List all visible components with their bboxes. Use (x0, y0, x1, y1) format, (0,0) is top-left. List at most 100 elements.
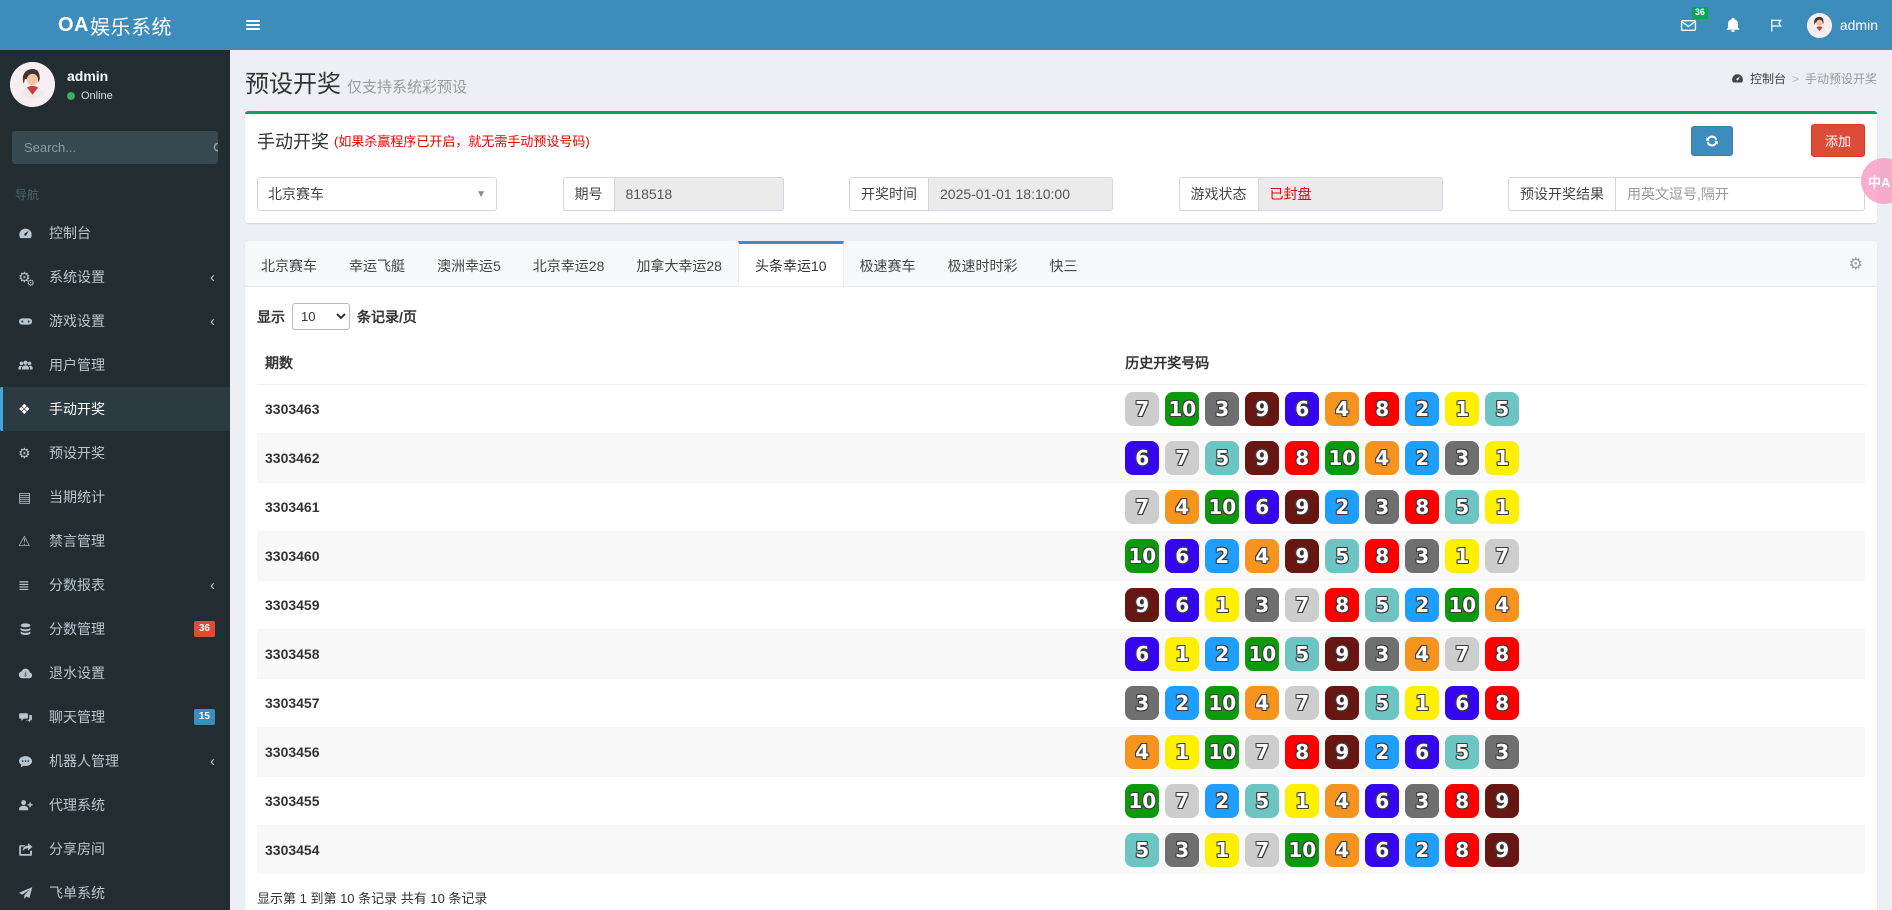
gears-icon: ⚙⚙ (18, 269, 42, 286)
lottery-ball: 2 (1205, 784, 1239, 818)
lottery-ball: 9 (1245, 392, 1279, 426)
lottery-ball: 6 (1285, 392, 1319, 426)
lottery-ball: 7 (1165, 784, 1199, 818)
user-menu[interactable]: admin (1799, 0, 1892, 50)
sidebar-item-mute-management[interactable]: ⚠禁言管理 (0, 519, 230, 563)
preset-result-input[interactable] (1615, 177, 1865, 211)
cubes-icon: ❖ (18, 401, 42, 418)
lottery-ball: 4 (1325, 784, 1359, 818)
tasks-button[interactable] (1755, 0, 1799, 50)
sidebar-toggle-button[interactable] (230, 0, 276, 50)
gear-icon[interactable]: ⚙ (1849, 254, 1863, 274)
sidebar-item-dashboard[interactable]: 控制台 (0, 211, 230, 255)
tab-6[interactable]: 极速赛车 (844, 241, 932, 286)
search-icon (212, 141, 218, 155)
brand-logo[interactable]: OA娱乐系统 (0, 0, 230, 50)
table-row: 330345861210593478 (257, 630, 1865, 679)
table-row: 330345732104795168 (257, 679, 1865, 728)
lottery-ball: 4 (1165, 490, 1199, 524)
sidebar-item-fly-order-system[interactable]: 飞单系统 (0, 871, 230, 910)
sidebar-search (12, 131, 218, 164)
manual-draw-box: 手动开奖 (如果杀赢程序已开启，就无需手动预设号码) 添加 北京赛车 ▼ 期号 … (245, 111, 1877, 223)
lottery-ball: 9 (1485, 784, 1519, 818)
game-select[interactable]: 北京赛车 ▼ (257, 177, 497, 211)
sidebar-item-chat-management[interactable]: 聊天管理15 (0, 695, 230, 739)
sidebar-item-label: 系统设置 (49, 267, 105, 287)
lottery-ball: 10 (1205, 686, 1239, 720)
refresh-button[interactable] (1691, 126, 1733, 156)
sidebar-item-manual-draw[interactable]: ❖ 手动开奖 (0, 387, 230, 431)
sidebar-item-agent-system[interactable]: 代理系统 (0, 783, 230, 827)
lottery-ball: 9 (1125, 588, 1159, 622)
sidebar-badge: 15 (194, 709, 215, 725)
sidebar-item-game-settings[interactable]: 游戏设置‹ (0, 299, 230, 343)
add-button[interactable]: 添加 (1811, 124, 1865, 157)
sidebar-item-user-management[interactable]: 用户管理 (0, 343, 230, 387)
tab-3[interactable]: 北京幸运28 (517, 241, 621, 286)
lottery-ball: 10 (1445, 588, 1479, 622)
breadcrumb-current: 手动预设开奖 (1805, 70, 1877, 87)
search-button[interactable] (212, 131, 218, 164)
tab-4[interactable]: 加拿大幸运28 (620, 241, 738, 286)
lottery-ball: 6 (1125, 637, 1159, 671)
lottery-ball: 2 (1405, 392, 1439, 426)
tab-7[interactable]: 极速时时彩 (932, 241, 1034, 286)
lottery-ball: 6 (1365, 833, 1399, 867)
sidebar-item-label: 飞单系统 (49, 883, 105, 903)
issue-number: 3303462 (257, 434, 1117, 483)
notifications-button[interactable] (1711, 0, 1755, 50)
sidebar-item-robot-management[interactable]: 机器人管理‹ (0, 739, 230, 783)
lottery-ball: 4 (1245, 539, 1279, 573)
lottery-ball: 6 (1405, 735, 1439, 769)
messages-button[interactable]: 36 (1667, 0, 1711, 50)
tab-5[interactable]: 头条幸运10 (738, 241, 844, 286)
history-table-body: 3303463710396482153303462675981042313303… (257, 385, 1865, 875)
lottery-ball: 3 (1125, 686, 1159, 720)
tab-1[interactable]: 幸运飞艇 (333, 241, 421, 286)
sidebar-item-score-report[interactable]: ≣分数报表‹ (0, 563, 230, 607)
game-status-value: 已封盘 (1258, 177, 1443, 211)
draw-numbers: 10725146389 (1117, 777, 1865, 826)
table-row: 330346267598104231 (257, 434, 1865, 483)
sidebar-item-share-room[interactable]: 分享房间 (0, 827, 230, 871)
tab-0[interactable]: 北京赛车 (245, 241, 333, 286)
lottery-ball: 2 (1365, 735, 1399, 769)
lottery-ball: 7 (1165, 441, 1199, 475)
draw-numbers: 10624958317 (1117, 532, 1865, 581)
lottery-ball: 6 (1365, 784, 1399, 818)
sidebar-item-label: 分享房间 (49, 839, 105, 859)
lottery-ball: 1 (1205, 588, 1239, 622)
dashboard-icon (18, 226, 42, 241)
lottery-ball: 10 (1285, 833, 1319, 867)
navbar-right: 36 admin (1667, 0, 1892, 50)
page-size-row: 显示 10 条记录/页 (257, 293, 1865, 342)
lottery-ball: 6 (1165, 539, 1199, 573)
lottery-ball: 7 (1125, 392, 1159, 426)
breadcrumb-home[interactable]: 控制台 (1750, 70, 1786, 87)
tab-8[interactable]: 快三 (1034, 241, 1094, 286)
lottery-ball: 8 (1445, 784, 1479, 818)
page-size-select[interactable]: 10 (292, 303, 350, 330)
sidebar-item-label: 当期统计 (49, 487, 105, 507)
tab-2[interactable]: 澳洲幸运5 (421, 241, 517, 286)
sidebar-item-rebate-settings[interactable]: 退水设置 (0, 651, 230, 695)
search-input[interactable] (12, 131, 212, 164)
breadcrumb-separator: > (1792, 72, 1799, 86)
user-status[interactable]: Online (67, 90, 113, 102)
history-box: 北京赛车幸运飞艇澳洲幸运5北京幸运28加拿大幸运28头条幸运10极速赛车极速时时… (245, 241, 1877, 910)
breadcrumb: 控制台 > 手动预设开奖 (1731, 70, 1877, 87)
draw-numbers: 53171046289 (1117, 826, 1865, 875)
share-icon (18, 842, 42, 857)
sidebar-item-current-stats[interactable]: ▤当期统计 (0, 475, 230, 519)
sidebar-item-score-management[interactable]: 分数管理36 (0, 607, 230, 651)
lottery-ball: 8 (1365, 392, 1399, 426)
sidebar-item-system-settings[interactable]: ⚙⚙系统设置‹ (0, 255, 230, 299)
lottery-ball: 8 (1325, 588, 1359, 622)
sidebar-item-label: 手动开奖 (49, 399, 105, 419)
lottery-ball: 4 (1245, 686, 1279, 720)
issue-number: 3303459 (257, 581, 1117, 630)
lottery-ball: 1 (1405, 686, 1439, 720)
sidebar-item-preset-draw[interactable]: ⚙预设开奖 (0, 431, 230, 475)
draw-numbers: 41107892653 (1117, 728, 1865, 777)
lottery-ball: 6 (1245, 490, 1279, 524)
